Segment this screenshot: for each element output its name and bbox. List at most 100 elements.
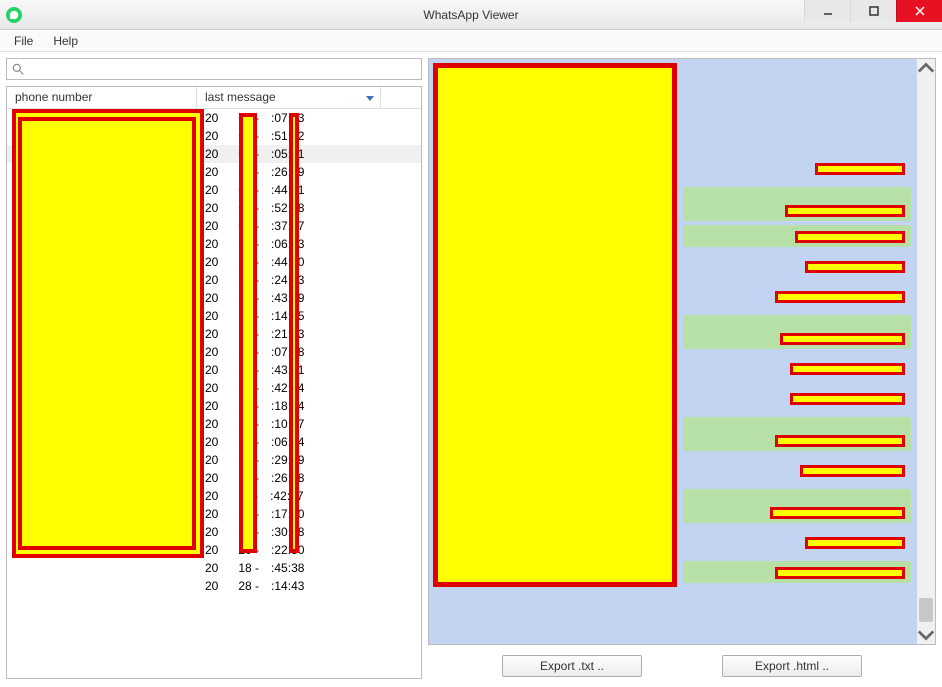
last-time: :30:18 [271, 525, 304, 539]
last-year: 20 [205, 525, 218, 539]
redaction-timestamp [795, 231, 905, 243]
column-last-message[interactable]: last message [197, 87, 381, 108]
redaction-timestamp [785, 205, 905, 217]
last-year: 20 [205, 219, 218, 233]
chat-bubble[interactable] [683, 561, 911, 583]
redaction-timestamp [805, 261, 905, 273]
cell-last-message: 2030 - :26:29 [197, 165, 421, 179]
menu-help[interactable]: Help [43, 32, 88, 50]
redaction-timestamp [770, 507, 905, 519]
chat-bubble[interactable] [683, 387, 911, 409]
last-year: 20 [205, 147, 218, 161]
right-panel: Export .txt .. Export .html .. [428, 58, 936, 679]
cell-last-message: 2020 - :43:59 [197, 291, 421, 305]
last-year: 20 [205, 345, 218, 359]
table-row[interactable]: 2018 - :45:38 [7, 559, 421, 577]
last-time: :07:18 [271, 345, 304, 359]
last-year: 20 [205, 507, 218, 521]
last-year: 20 [205, 327, 218, 341]
column-phone[interactable]: phone number [7, 87, 197, 108]
scroll-thumb[interactable] [919, 598, 933, 622]
last-time: :18:04 [271, 399, 304, 413]
last-year: 20 [205, 489, 218, 503]
last-time: :14:43 [271, 579, 304, 593]
chat-bubble[interactable] [683, 315, 911, 349]
chat-bubble[interactable] [683, 531, 911, 553]
chat-bubble[interactable] [683, 417, 911, 451]
last-time: :44:51 [271, 183, 304, 197]
export-html-button[interactable]: Export .html .. [722, 655, 862, 677]
last-year: 20 [205, 201, 218, 215]
cell-last-message: 2002 - :05:51 [197, 147, 421, 161]
last-time: :51:12 [271, 129, 304, 143]
list-header: phone number last message [7, 87, 421, 109]
last-time: :06:44 [271, 435, 304, 449]
last-year: 20 [205, 183, 218, 197]
last-year: 20 [205, 399, 218, 413]
last-year: 20 [205, 165, 218, 179]
cell-last-message: 2002 - :37:57 [197, 219, 421, 233]
last-time: :52:18 [271, 201, 304, 215]
redaction-date-col2 [289, 113, 299, 553]
redaction-timestamp [775, 435, 905, 447]
redaction-timestamp [775, 291, 905, 303]
last-mid: 28 - [238, 579, 259, 593]
chat-scrollbar[interactable] [917, 59, 935, 644]
cell-last-message: 2029 - :43:21 [197, 363, 421, 377]
last-year: 20 [205, 381, 218, 395]
export-row: Export .txt .. Export .html .. [428, 645, 936, 679]
chat-bubble[interactable] [683, 157, 911, 179]
last-year: 20 [205, 237, 218, 251]
chat-bubble[interactable] [683, 187, 911, 221]
menu-file[interactable]: File [4, 32, 43, 50]
cell-last-message: 2020 - :17:20 [197, 507, 421, 521]
cell-last-message: 2030 - :06:03 [197, 237, 421, 251]
scroll-track[interactable] [917, 77, 935, 626]
cell-last-message: 2021 - :24:23 [197, 273, 421, 287]
chat-bubble[interactable] [683, 459, 911, 481]
cell-last-message: 2028 - :14:43 [197, 579, 421, 593]
last-time: :26:38 [271, 471, 304, 485]
last-time: :37:57 [271, 219, 304, 233]
cell-last-message: 2031 - :07:18 [197, 345, 421, 359]
last-time: :42:04 [271, 381, 304, 395]
scroll-up-icon[interactable] [917, 59, 935, 77]
maximize-button[interactable] [850, 0, 896, 22]
redaction-timestamp [780, 333, 905, 345]
cell-last-message: 2014 - :14:15 [197, 309, 421, 323]
chat-bubble[interactable] [683, 357, 911, 379]
chat-bubble[interactable] [683, 255, 911, 277]
last-time: :14:15 [271, 309, 304, 323]
search-box[interactable] [6, 58, 422, 80]
last-time: :29:19 [271, 453, 304, 467]
cell-last-message: 2023 - :44:00 [197, 255, 421, 269]
list-body[interactable]: 2002 - :07:532002 - :51:122002 - :05:512… [7, 109, 421, 678]
cell-last-message: 2002 - :51:12 [197, 129, 421, 143]
close-button[interactable] [896, 0, 942, 22]
main-area: phone number last message 2002 - :07:532… [0, 52, 942, 687]
redaction-phone-column-inner [18, 117, 196, 550]
search-input[interactable] [29, 62, 417, 76]
chat-bubble[interactable] [683, 489, 911, 523]
cell-last-message: 2002 - :07:53 [197, 111, 421, 125]
last-time: :45:38 [271, 561, 304, 575]
redaction-date-col1 [239, 113, 257, 553]
last-year: 20 [205, 111, 218, 125]
table-row[interactable]: 2028 - :14:43 [7, 577, 421, 595]
cell-last-message: 2020 - :30:18 [197, 525, 421, 539]
last-time: :10:57 [271, 417, 304, 431]
chat-bubble[interactable] [683, 225, 911, 247]
cell-last-message: 2004 - :52:18 [197, 201, 421, 215]
contact-list: phone number last message 2002 - :07:532… [6, 86, 422, 679]
last-time: :43:59 [271, 291, 304, 305]
last-time: :07:53 [271, 111, 304, 125]
chat-bubble[interactable] [683, 285, 911, 307]
column-pad [381, 87, 421, 108]
export-txt-button[interactable]: Export .txt .. [502, 655, 642, 677]
last-time: :22:50 [271, 543, 304, 557]
last-time: :05:51 [271, 147, 304, 161]
search-icon [11, 62, 25, 76]
scroll-down-icon[interactable] [917, 626, 935, 644]
minimize-button[interactable] [804, 0, 850, 22]
chat-inner[interactable] [429, 59, 917, 644]
